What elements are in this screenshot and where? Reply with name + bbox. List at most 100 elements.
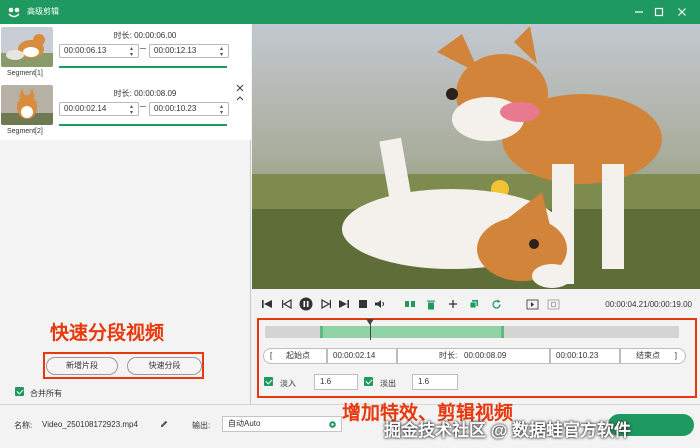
segment-duration: 时长: 00:00:06.00 bbox=[113, 31, 177, 40]
split-button[interactable] bbox=[403, 297, 417, 311]
segment-item-2[interactable]: 时长: 00:00:08.09 00:00:02.14 00:00:10.23 … bbox=[0, 82, 251, 140]
spinner-icon[interactable] bbox=[220, 43, 226, 61]
segment-start-time[interactable]: 00:00:02.14 bbox=[59, 101, 139, 119]
segment-end-time[interactable]: 00:00:12.13 bbox=[149, 43, 229, 61]
skip-end-button[interactable] bbox=[337, 297, 351, 311]
fade-in-value: 1.6 bbox=[320, 377, 332, 386]
output-format-select[interactable]: 自动Auto bbox=[222, 416, 342, 432]
previous-frame-icon bbox=[282, 299, 292, 309]
segment-item-1[interactable]: 时长: 00:00:06.00 00:00:06.13 00:00:12.13 … bbox=[0, 24, 251, 82]
bracket-right-icon: ] bbox=[674, 351, 677, 360]
filename-label: 名称: bbox=[14, 421, 33, 430]
end-point-button[interactable]: 结束点 ] bbox=[620, 348, 686, 364]
close-window-button[interactable] bbox=[674, 4, 690, 20]
range-separator bbox=[140, 48, 146, 49]
close-icon bbox=[236, 84, 244, 92]
segment-end-value: 00:00:12.13 bbox=[154, 46, 197, 55]
segment-start-value: 00:00:02.14 bbox=[64, 104, 107, 113]
copy-button[interactable] bbox=[467, 297, 481, 311]
plus-icon bbox=[449, 300, 457, 308]
remove-segment-button[interactable] bbox=[236, 84, 244, 95]
collapse-button[interactable] bbox=[236, 95, 244, 103]
playhead[interactable] bbox=[366, 319, 374, 340]
quick-split-button[interactable]: 快速分段 bbox=[127, 357, 202, 375]
trim-selection[interactable] bbox=[320, 326, 504, 338]
fade-in-label: 淡入 bbox=[280, 379, 296, 388]
minimize-button[interactable] bbox=[631, 4, 647, 20]
mark-out-button[interactable] bbox=[546, 297, 560, 311]
trim-duration-value: 00:00:08.09 bbox=[464, 351, 507, 360]
gear-icon[interactable] bbox=[328, 420, 337, 429]
fade-out-value: 1.6 bbox=[418, 377, 430, 386]
start-point-label: 起始点 bbox=[286, 351, 310, 360]
timeline-track[interactable] bbox=[265, 326, 679, 338]
segment-start-value: 00:00:06.13 bbox=[64, 46, 107, 55]
trim-duration-label: 时长: bbox=[439, 351, 458, 360]
annotation-split: 快速分段视频 bbox=[50, 323, 165, 344]
segment-start-time[interactable]: 00:00:06.13 bbox=[59, 43, 139, 61]
maximize-button[interactable] bbox=[651, 4, 667, 20]
segment-end-time[interactable]: 00:00:10.23 bbox=[149, 101, 229, 119]
bracket-left-icon: [ bbox=[270, 351, 273, 360]
stop-button[interactable] bbox=[356, 297, 370, 311]
delete-button[interactable] bbox=[424, 297, 438, 311]
reset-button[interactable] bbox=[489, 297, 503, 311]
mark-out-icon bbox=[547, 299, 559, 309]
segment-panel: 时长: 00:00:06.00 00:00:06.13 00:00:12.13 … bbox=[0, 24, 251, 404]
player-controls: 00:00:04.21/00:00:19.00 bbox=[252, 289, 700, 319]
pause-icon bbox=[299, 297, 313, 311]
mark-in-button[interactable] bbox=[525, 297, 539, 311]
next-frame-button[interactable] bbox=[319, 297, 333, 311]
end-point-label: 结束点 bbox=[636, 351, 660, 360]
previous-frame-button[interactable] bbox=[280, 297, 294, 311]
spinner-icon[interactable] bbox=[130, 101, 136, 119]
next-frame-icon bbox=[321, 299, 331, 309]
merge-all-label: 合并所有 bbox=[30, 389, 62, 398]
trim-end-value: 00:00:10.23 bbox=[556, 351, 599, 360]
maximize-icon bbox=[654, 7, 664, 17]
segment-duration: 时长: 00:00:08.09 bbox=[113, 89, 177, 98]
trim-end-input[interactable]: 00:00:10.23 bbox=[550, 348, 620, 364]
range-separator bbox=[140, 106, 146, 107]
fade-in-checkbox[interactable] bbox=[264, 377, 273, 386]
volume-icon bbox=[375, 300, 384, 308]
fade-in-input[interactable]: 1.6 bbox=[314, 374, 358, 390]
watermark-text: 掘金技术社区 @ 数据蛙官方软件 bbox=[384, 421, 632, 440]
fade-out-checkbox[interactable] bbox=[364, 377, 373, 386]
split-icon bbox=[405, 301, 415, 307]
segment-label: Segment[1] bbox=[7, 70, 43, 77]
trim-start-value: 00:00:02.14 bbox=[333, 351, 376, 360]
playback-timecode: 00:00:04.21/00:00:19.00 bbox=[605, 300, 692, 309]
spinner-icon[interactable] bbox=[220, 101, 226, 119]
mark-in-icon bbox=[526, 299, 538, 309]
filename-value: Video_250108172923.mp4 bbox=[42, 420, 138, 429]
skip-start-button[interactable] bbox=[260, 297, 274, 311]
segment-progress bbox=[59, 124, 227, 126]
skip-end-icon bbox=[339, 300, 349, 308]
volume-button[interactable] bbox=[373, 297, 387, 311]
merge-all-checkbox[interactable] bbox=[15, 387, 24, 396]
output-format-value: 自动Auto bbox=[228, 419, 261, 428]
video-preview[interactable] bbox=[252, 24, 700, 289]
window-title: 高级剪辑 bbox=[27, 7, 59, 16]
start-point-button[interactable]: [ 起始点 bbox=[263, 348, 327, 364]
segment-thumbnail bbox=[1, 27, 53, 67]
spinner-icon[interactable] bbox=[387, 350, 393, 360]
minimize-icon bbox=[635, 11, 643, 13]
fade-out-label: 淡出 bbox=[380, 379, 396, 388]
spinner-icon[interactable] bbox=[610, 350, 616, 360]
copy-icon bbox=[469, 300, 478, 309]
title-bar: 高级剪辑 bbox=[0, 0, 700, 24]
trash-icon bbox=[427, 300, 435, 309]
stop-icon bbox=[359, 300, 367, 308]
pause-button[interactable] bbox=[299, 297, 313, 311]
reset-icon bbox=[491, 299, 501, 309]
edit-icon[interactable] bbox=[159, 419, 169, 429]
spinner-icon[interactable] bbox=[130, 43, 136, 61]
segment-thumbnail bbox=[1, 85, 53, 125]
fade-out-input[interactable]: 1.6 bbox=[412, 374, 458, 390]
trim-start-input[interactable]: 00:00:02.14 bbox=[327, 348, 397, 364]
segment-progress bbox=[59, 66, 227, 68]
add-button[interactable] bbox=[446, 297, 460, 311]
add-segment-button[interactable]: 新增片段 bbox=[46, 357, 118, 375]
